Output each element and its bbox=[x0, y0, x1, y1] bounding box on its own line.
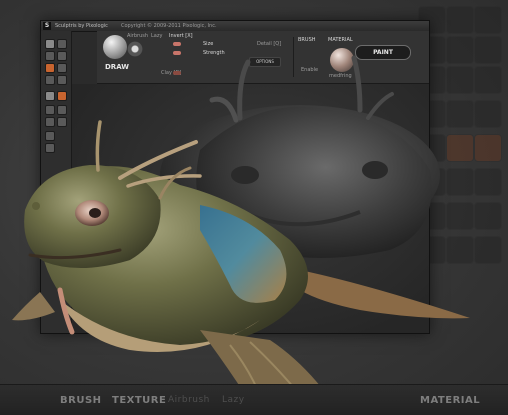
brush-tab[interactable]: BRUSH bbox=[60, 395, 102, 406]
bottom-toolbar: BRUSH TEXTURE Airbrush Lazy MATERIAL bbox=[0, 384, 508, 415]
creature-render bbox=[12, 55, 470, 410]
lazy-toggle[interactable]: Lazy bbox=[222, 395, 245, 405]
texture-tab[interactable]: TEXTURE bbox=[112, 395, 166, 406]
desktop-background: S Sculptris by Pixologic Copyright © 200… bbox=[0, 0, 508, 415]
material-tab[interactable]: MATERIAL bbox=[420, 395, 480, 406]
airbrush-toggle[interactable]: Airbrush bbox=[168, 395, 210, 405]
